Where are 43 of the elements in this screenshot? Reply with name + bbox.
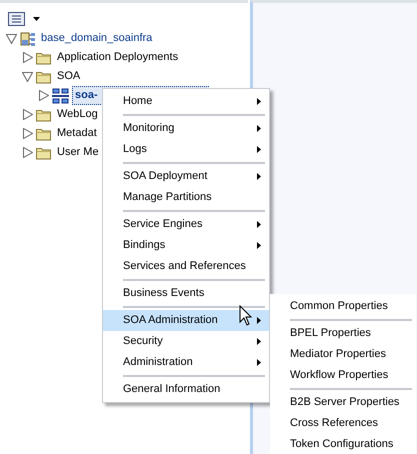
- dropdown-caret-icon[interactable]: [33, 17, 40, 21]
- menu-item[interactable]: General Information: [103, 379, 269, 400]
- list-icon[interactable]: [8, 12, 25, 26]
- folder-icon: [36, 69, 52, 84]
- menu-item[interactable]: Workflow Properties: [270, 365, 416, 386]
- folder-icon: [36, 126, 52, 141]
- tree-node-label[interactable]: Metadat: [55, 125, 99, 142]
- menu-item[interactable]: Logs: [103, 139, 269, 160]
- expand-triangle-icon[interactable]: [22, 52, 33, 63]
- menu-item[interactable]: BPEL Properties: [270, 323, 416, 344]
- menu-item[interactable]: Services and References: [103, 256, 269, 277]
- menu-item[interactable]: Cross References: [270, 413, 416, 434]
- domain-icon: [20, 30, 36, 46]
- menu-item[interactable]: B2B Server Properties: [270, 392, 416, 413]
- menu-item[interactable]: Mediator Properties: [270, 344, 416, 365]
- menu-item[interactable]: SOA Deployment: [103, 166, 269, 187]
- expand-triangle-icon[interactable]: [22, 109, 33, 120]
- menu-item[interactable]: Token Configurations: [270, 434, 416, 454]
- collapse-triangle-icon[interactable]: [22, 71, 33, 82]
- folder-icon: [36, 107, 52, 122]
- menu-item[interactable]: Administration: [103, 352, 269, 373]
- menu-item[interactable]: Security: [103, 331, 269, 352]
- tree-node-label[interactable]: Application Deployments: [55, 49, 180, 66]
- menu-item[interactable]: Monitoring: [103, 118, 269, 139]
- menu-item[interactable]: Service Engines: [103, 214, 269, 235]
- menu-item[interactable]: Business Events: [103, 283, 269, 304]
- collapse-triangle-icon[interactable]: [6, 33, 17, 44]
- menu-item[interactable]: SOA Administration: [103, 310, 269, 331]
- menu-item[interactable]: Common Properties: [270, 296, 416, 317]
- expand-triangle-icon[interactable]: [38, 90, 49, 101]
- tree-node-label[interactable]: base_domain_soainfra: [39, 30, 154, 47]
- expand-triangle-icon[interactable]: [22, 128, 33, 139]
- menu-item[interactable]: Home: [103, 91, 269, 112]
- server-group-icon: [52, 88, 69, 104]
- tree-node-label[interactable]: User Me: [55, 144, 101, 161]
- expand-triangle-icon[interactable]: [22, 147, 33, 158]
- menu-item[interactable]: Bindings: [103, 235, 269, 256]
- tree-node-label[interactable]: SOA: [55, 68, 82, 85]
- tree-node-label[interactable]: WebLog: [55, 106, 100, 123]
- menu-item[interactable]: Manage Partitions: [103, 187, 269, 208]
- folder-icon: [36, 145, 52, 160]
- mouse-cursor-icon: [239, 305, 252, 326]
- folder-icon: [36, 50, 52, 65]
